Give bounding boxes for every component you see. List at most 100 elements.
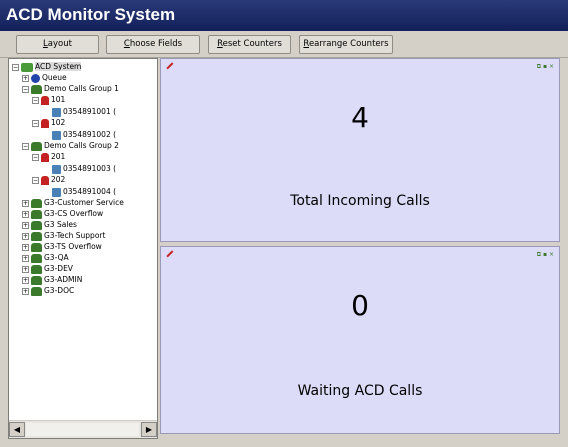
group-icon (31, 264, 42, 274)
tree-item-queue[interactable]: + Queue (22, 72, 67, 83)
tree-item-label: G3 Sales (44, 220, 77, 229)
tree-item-group-2[interactable]: − Demo Calls Group 2 (22, 140, 119, 151)
scroll-right-icon[interactable]: ▶ (141, 422, 157, 437)
group-icon (31, 84, 42, 94)
tree-item-label: G3-DOC (44, 286, 75, 295)
scroll-left-icon[interactable]: ◀ (9, 422, 25, 437)
counter-label: Waiting ACD Calls (297, 383, 423, 399)
tree-item-label: G3-Tech Support (44, 231, 106, 240)
tree-item-label: Demo Calls Group 2 (44, 141, 119, 150)
collapse-icon[interactable]: − (32, 153, 39, 161)
collapse-icon[interactable]: − (32, 96, 39, 104)
expand-icon[interactable]: + (22, 199, 29, 207)
tree-item-phone-1003[interactable]: 0354891003 ( (52, 163, 116, 174)
expand-icon[interactable]: + (22, 221, 29, 229)
expand-icon[interactable]: + (22, 254, 29, 262)
group-icon (31, 242, 42, 252)
counter-value: 0 (351, 289, 369, 322)
tree-item-label: G3-DEV (44, 264, 73, 273)
horizontal-scrollbar[interactable]: ◀ ▶ (9, 420, 157, 438)
tree-item-label: G3-CS Overflow (44, 209, 104, 218)
tree-item-label: 202 (51, 175, 66, 184)
tree-item-label: G3-ADMIN (44, 275, 83, 284)
tree-item-agent-101[interactable]: − 101 (32, 94, 65, 105)
group-icon (31, 198, 42, 208)
phone-icon (52, 107, 61, 117)
tree-item-group[interactable]: + G3-ADMIN (22, 274, 82, 285)
expand-icon[interactable]: + (22, 265, 29, 273)
tree-item-group[interactable]: + G3-CS Overflow (22, 208, 103, 219)
tree-item-group[interactable]: + G3-DEV (22, 263, 73, 274)
rearrange-counters-button[interactable]: Rearrange Counters (299, 35, 393, 54)
panel-controls-icon[interactable]: ⧉ ▪ × (537, 251, 554, 259)
expand-icon[interactable]: + (22, 210, 29, 218)
group-icon (31, 275, 42, 285)
collapse-icon[interactable]: − (12, 63, 19, 71)
acd-system-icon (21, 62, 33, 72)
tree-item-agent-202[interactable]: − 202 (32, 174, 65, 185)
group-icon (31, 209, 42, 219)
pin-icon[interactable] (166, 62, 178, 74)
layout-button[interactable]: Layout (16, 35, 99, 54)
tree-item-label: Queue (42, 73, 67, 82)
tree-item-label: G3-QA (44, 253, 69, 262)
phone-icon (52, 187, 61, 197)
agent-icon (41, 118, 49, 128)
tree-item-group[interactable]: + G3 Sales (22, 219, 77, 230)
group-icon (31, 141, 42, 151)
expand-icon[interactable]: + (22, 74, 29, 82)
tree-item-group[interactable]: + G3-Customer Service (22, 197, 124, 208)
counter-panel-waiting[interactable]: ⧉ ▪ × 0 Waiting ACD Calls (160, 246, 560, 434)
reset-counters-button[interactable]: Reset Counters (208, 35, 291, 54)
agent-icon (41, 175, 49, 185)
group-icon (31, 286, 42, 296)
tree-item-agent-201[interactable]: − 201 (32, 151, 65, 162)
collapse-icon[interactable]: − (32, 176, 39, 184)
window-title: ACD Monitor System (0, 0, 568, 31)
tree-item-label: 0354891001 ( (63, 107, 117, 116)
acd-tree[interactable]: − ACD System + Queue − Demo Calls Group 1 −… (8, 58, 158, 439)
tree-item-group-1[interactable]: − Demo Calls Group 1 (22, 83, 119, 94)
tree-item-group[interactable]: + G3-TS Overflow (22, 241, 102, 252)
tree-item-group[interactable]: + G3-QA (22, 252, 69, 263)
tree-item-label: 0354891004 ( (63, 187, 117, 196)
tree-item-label: 0354891003 ( (63, 164, 117, 173)
expand-icon[interactable]: + (22, 232, 29, 240)
tree-item-label: 0354891002 ( (63, 130, 117, 139)
phone-icon (52, 130, 61, 140)
group-icon (31, 231, 42, 241)
choose-fields-button[interactable]: Choose Fields (106, 35, 200, 54)
tree-item-label: 201 (51, 152, 66, 161)
collapse-icon[interactable]: − (22, 142, 29, 150)
agent-icon (41, 95, 49, 105)
counter-panel-incoming[interactable]: ⧉ ▪ × 4 Total Incoming Calls (160, 58, 560, 242)
phone-icon (52, 164, 61, 174)
counter-label: Total Incoming Calls (290, 193, 430, 209)
tree-item-phone-1004[interactable]: 0354891004 ( (52, 186, 116, 197)
counter-value: 4 (351, 101, 369, 134)
tree-item-label: 102 (51, 118, 66, 127)
toolbar: Layout Choose Fields Reset Counters Rear… (0, 31, 568, 58)
tree-item-group[interactable]: + G3-Tech Support (22, 230, 105, 241)
tree-item-group[interactable]: + G3-DOC (22, 285, 74, 296)
queue-icon (31, 73, 40, 83)
collapse-icon[interactable]: − (32, 119, 39, 127)
tree-item-label: 101 (51, 95, 66, 104)
expand-icon[interactable]: + (22, 243, 29, 251)
pin-icon[interactable] (166, 250, 178, 262)
tree-item-agent-102[interactable]: − 102 (32, 117, 65, 128)
agent-icon (41, 152, 49, 162)
expand-icon[interactable]: + (22, 276, 29, 284)
tree-item-label: ACD System (35, 62, 82, 71)
tree-item-label: G3-TS Overflow (44, 242, 102, 251)
tree-item-root[interactable]: − ACD System (12, 61, 82, 72)
group-icon (31, 253, 42, 263)
collapse-icon[interactable]: − (22, 85, 29, 93)
tree-item-phone-1001[interactable]: 0354891001 ( (52, 106, 116, 117)
expand-icon[interactable]: + (22, 287, 29, 295)
scroll-thumb[interactable] (26, 423, 139, 436)
panel-controls-icon[interactable]: ⧉ ▪ × (537, 63, 554, 71)
tree-item-label: Demo Calls Group 1 (44, 84, 119, 93)
tree-item-phone-1002[interactable]: 0354891002 ( (52, 129, 116, 140)
group-icon (31, 220, 42, 230)
